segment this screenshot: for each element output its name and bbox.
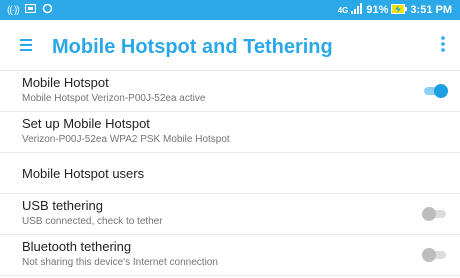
setting-mobile-hotspot[interactable]: Mobile Hotspot Mobile Hotspot Verizon-P0… bbox=[0, 71, 460, 112]
app-bar: Mobile Hotspot and Tethering bbox=[0, 20, 460, 71]
setting-subtitle: USB connected, check to tether bbox=[22, 216, 163, 227]
toggle-thumb bbox=[422, 248, 436, 262]
setting-subtitle: Verizon-P00J-52ea WPA2 PSK Mobile Hotspo… bbox=[22, 134, 230, 145]
overflow-menu-button[interactable] bbox=[438, 35, 448, 53]
mobile-hotspot-toggle[interactable] bbox=[424, 84, 448, 98]
hotspot-icon: ((·)) bbox=[7, 4, 20, 16]
screenshot-icon bbox=[24, 3, 36, 16]
setting-title: Mobile Hotspot users bbox=[22, 166, 145, 181]
setting-title: USB tethering bbox=[22, 198, 103, 213]
hamburger-menu-icon bbox=[20, 39, 32, 51]
setting-mobile-hotspot-users[interactable]: Mobile Hotspot users bbox=[0, 153, 460, 194]
battery-charging-icon bbox=[391, 3, 408, 17]
bluetooth-tethering-toggle[interactable] bbox=[422, 248, 446, 262]
status-bar-left: ((·)) bbox=[7, 1, 53, 19]
setting-set-up-mobile-hotspot[interactable]: Set up Mobile Hotspot Verizon-P00J-52ea … bbox=[0, 112, 460, 153]
clock: 3:51 PM bbox=[410, 4, 452, 16]
setting-subtitle: Not sharing this device's Internet conne… bbox=[22, 257, 218, 268]
usb-tethering-toggle[interactable] bbox=[422, 207, 446, 221]
setting-title: Set up Mobile Hotspot bbox=[22, 116, 150, 131]
setting-title: Mobile Hotspot bbox=[22, 75, 109, 90]
settings-list: Mobile Hotspot Mobile Hotspot Verizon-P0… bbox=[0, 71, 460, 276]
page-title: Mobile Hotspot and Tethering bbox=[52, 36, 333, 58]
setting-title: Bluetooth tethering bbox=[22, 239, 132, 254]
setting-bluetooth-tethering[interactable]: Bluetooth tethering Not sharing this dev… bbox=[0, 235, 460, 276]
sync-icon bbox=[42, 3, 53, 17]
battery-percent: 91% bbox=[366, 4, 389, 16]
menu-button[interactable] bbox=[20, 38, 34, 52]
toggle-thumb bbox=[422, 207, 436, 221]
status-bar: ((·)) 4G 91% 3:51 PM bbox=[0, 0, 460, 20]
network-icon: 4G bbox=[337, 5, 349, 15]
toggle-thumb bbox=[434, 84, 448, 98]
setting-usb-tethering[interactable]: USB tethering USB connected, check to te… bbox=[0, 194, 460, 235]
more-vertical-icon bbox=[441, 36, 445, 52]
status-bar-right: 4G 91% 3:51 PM bbox=[338, 1, 452, 19]
signal-icon bbox=[351, 3, 363, 17]
setting-subtitle: Mobile Hotspot Verizon-P00J-52ea active bbox=[22, 93, 206, 104]
